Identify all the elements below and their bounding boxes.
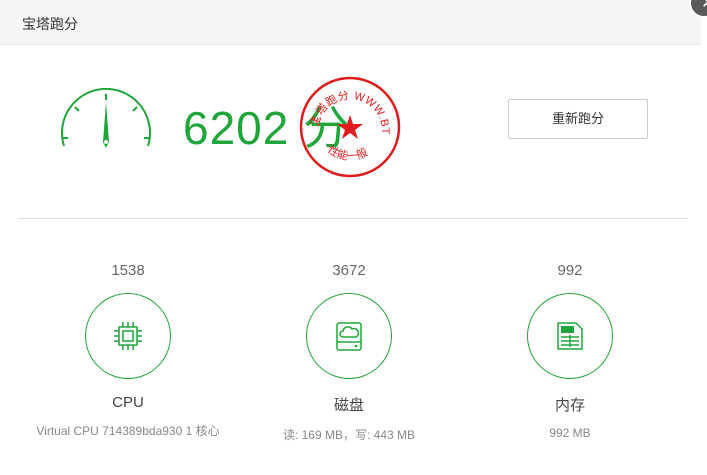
disk-detail: 读: 169 MB，写: 443 MB [282,428,416,442]
memory-icon-circle [527,293,613,379]
score-value: 6202 [183,102,290,154]
cpu-detail: Virtual CPU 714389bda930 1 核心 [36,424,220,438]
disk-label: 磁盘 [333,397,364,414]
metric-cpu: 1538 CPU Virtual CPU 714389bda930 1 核心 [28,262,228,439]
memory-icon [557,322,583,350]
rerun-benchmark-button[interactable]: 重新跑分 [508,99,648,139]
section-divider [18,218,688,219]
svg-text:性能一般: 性能一般 [325,142,369,163]
dialog-title: 宝塔跑分 [22,16,78,32]
stamp-bottom-text: 性能一般 [325,142,369,163]
cpu-label: CPU [112,394,144,411]
disk-score: 3672 [332,262,366,279]
metric-disk: 3672 磁盘 读: 169 MB，写: 443 MB [249,262,449,443]
cpu-score: 1538 [111,262,145,279]
dialog-titlebar: 宝塔跑分 [0,0,701,45]
metric-memory: 992 内存 992 MB [470,262,670,440]
benchmark-dialog: 宝塔跑分 ✕ 6202 分 宝塔跑分 WWW.BT.CN 性能一般 [0,0,707,475]
memory-label: 内存 [554,397,585,414]
cpu-icon [114,322,142,350]
speedometer-icon [61,88,151,148]
cpu-icon-circle [85,293,171,379]
memory-score: 992 [557,262,583,279]
memory-detail: 992 MB [549,426,591,440]
stamp-star-icon [337,115,363,139]
disk-icon-circle [306,293,392,379]
close-icon: ✕ [701,0,707,13]
disk-cloud-icon [336,322,362,351]
performance-stamp: 宝塔跑分 WWW.BT.CN 性能一般 [298,75,401,178]
